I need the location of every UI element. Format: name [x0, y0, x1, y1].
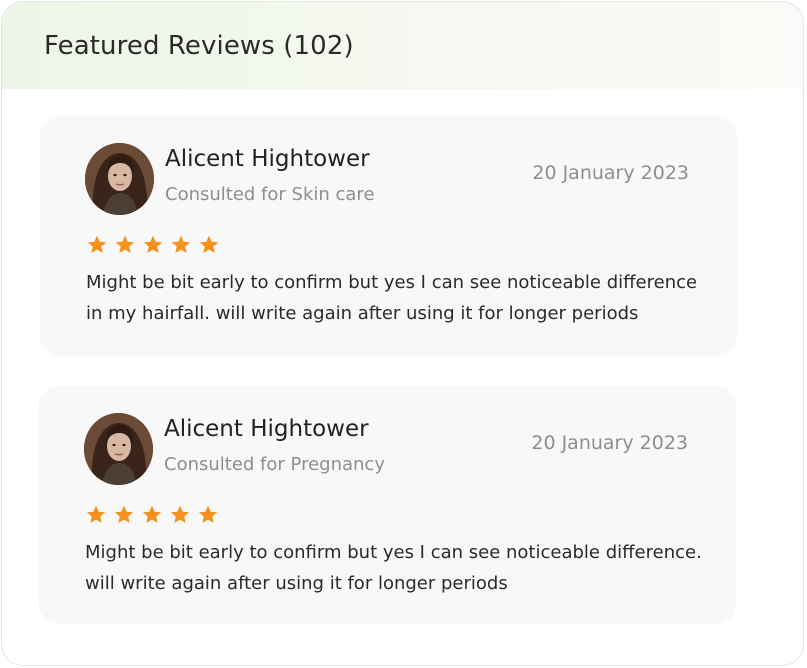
review-date: 20 January 2023: [531, 432, 688, 454]
star-icon: [114, 505, 134, 523]
star-rating: [86, 234, 220, 256]
review-date: 20 January 2023: [532, 162, 689, 184]
review-card: Alicent Hightower Consulted for Skin car…: [40, 116, 737, 356]
star-icon: [171, 235, 191, 253]
star-icon: [87, 235, 107, 253]
star-icon: [86, 505, 106, 523]
star-icon: [170, 505, 190, 523]
review-text: Might be bit early to confirm but yes I …: [85, 542, 702, 594]
star-icon: [199, 235, 219, 253]
star-icon: [198, 505, 218, 523]
star-icon: [115, 235, 135, 253]
star-icon: [142, 505, 162, 523]
review-card: Alicent Hightower Consulted for Pregnanc…: [39, 386, 736, 624]
consultation-type: Consulted for Skin care: [165, 184, 375, 205]
star-icon: [143, 235, 163, 253]
avatar: [84, 413, 153, 485]
star-rating: [85, 504, 219, 526]
avatar-image: [84, 413, 153, 485]
avatar-image: [85, 143, 154, 215]
consultation-type: Consulted for Pregnancy: [164, 454, 385, 475]
avatar: [85, 143, 154, 215]
panel-header: Featured Reviews (102): [2, 2, 803, 89]
featured-reviews-panel: Featured Reviews (102) Alicent Hightower…: [1, 1, 804, 666]
page-title: Featured Reviews (102): [44, 30, 354, 61]
reviewer-name: Alicent Hightower: [165, 146, 370, 172]
reviewer-name: Alicent Hightower: [164, 416, 369, 442]
review-text: Might be bit early to confirm but yes I …: [86, 272, 698, 324]
